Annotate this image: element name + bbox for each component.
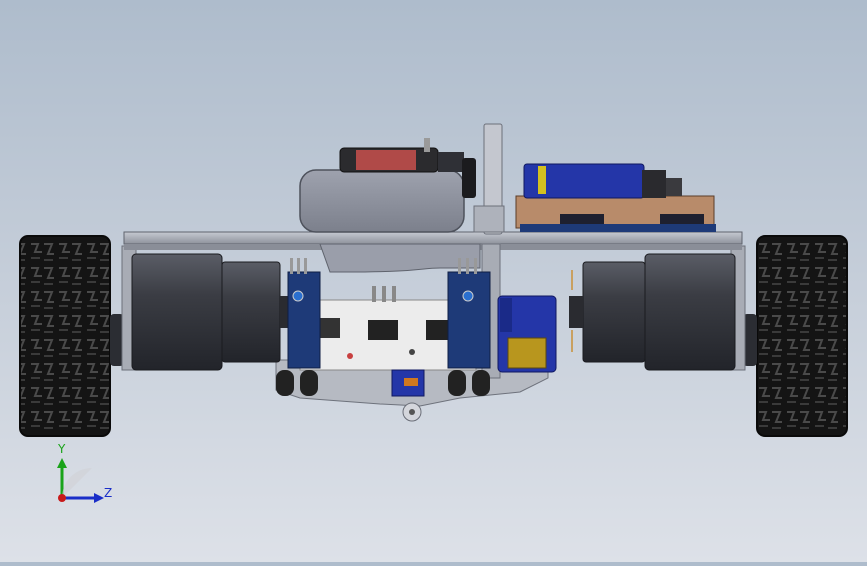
right-wheel — [743, 235, 848, 437]
bottom-sensor — [391, 369, 425, 397]
chassis-body — [299, 169, 481, 273]
graphics-viewport[interactable]: Y Z — [0, 0, 867, 562]
triad-y-label: Y — [58, 442, 66, 456]
servo-motor — [497, 295, 557, 373]
x-axis-dot — [58, 494, 66, 502]
controller-board — [515, 163, 716, 232]
left-motor — [131, 253, 290, 371]
triad-z-label: Z — [104, 486, 113, 500]
left-wheel — [19, 235, 124, 437]
right-motor — [569, 253, 736, 371]
coordinate-triad — [57, 458, 104, 503]
